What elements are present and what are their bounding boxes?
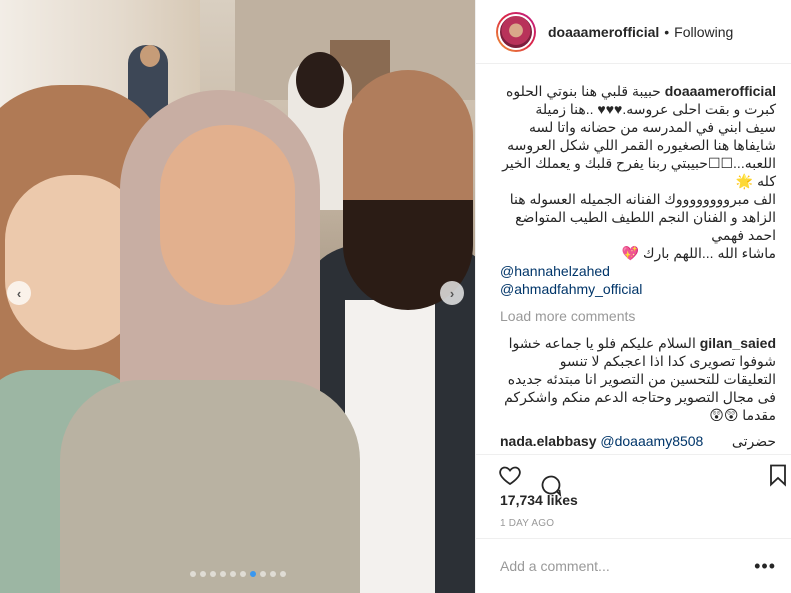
comment-line: السلام عليكم فلو يا جماعه خشوا xyxy=(508,335,696,351)
caption-line: سيف ابني في المدرسه من حضانه واتا لسه xyxy=(528,119,776,135)
more-options-icon[interactable]: ••• xyxy=(754,556,776,577)
carousel-dot xyxy=(249,571,256,577)
caption-line: احمد فهمي xyxy=(711,227,776,243)
woman-face xyxy=(160,125,295,305)
carousel-dot xyxy=(269,571,276,577)
post-caption: doaaamerofficial حبيبة قلبي هنا بنوتي ال… xyxy=(500,82,776,298)
carousel-dot xyxy=(199,571,206,577)
comment-item: nada.elabbasy @doaaamy8508 حضرتى xyxy=(500,432,776,450)
caption-line: شايفاها هنا الصغيوره القمر اللي شكل العر… xyxy=(507,137,776,153)
chevron-right-icon: › xyxy=(449,285,455,301)
carousel-indicator xyxy=(0,571,475,577)
header-separator: • xyxy=(664,23,670,40)
comment-text: حضرتى xyxy=(731,433,776,449)
heart-icon[interactable] xyxy=(498,463,522,487)
carousel-dot xyxy=(229,571,236,577)
likes-count[interactable]: 17,734 likes xyxy=(500,492,578,508)
comments-section: doaaamerofficial حبيبة قلبي هنا بنوتي ال… xyxy=(476,64,791,454)
caption-line: كله 🌟 xyxy=(735,173,776,189)
comment-item: gilan_saied السلام عليكم فلو يا جماعه خش… xyxy=(500,334,776,424)
carousel-dot xyxy=(209,571,216,577)
mention-link[interactable]: @doaaamy8508 xyxy=(600,433,703,449)
post-sidebar: doaaamerofficial • Following doaaameroff… xyxy=(475,0,791,593)
add-comment-bar: ••• xyxy=(476,538,791,593)
carousel-prev-button[interactable]: ‹ xyxy=(7,281,31,305)
post-header: doaaamerofficial • Following xyxy=(476,0,791,64)
post-photo[interactable]: ‹ › xyxy=(0,0,475,593)
background-person-head xyxy=(140,45,160,67)
comment-line: مقدما 😲😲 xyxy=(709,407,776,423)
action-bar xyxy=(476,454,791,497)
carousel-dot xyxy=(239,571,246,577)
caption-line: حبيبة قلبي هنا بنوتي الحلوه xyxy=(506,83,661,99)
comment-username[interactable]: nada.elabbasy xyxy=(500,433,597,449)
carousel-dot xyxy=(259,571,266,577)
comment-line: شوفوا تصويرى كدا اذا اعجبكم لا تنسو xyxy=(559,353,776,369)
background-waiter-head xyxy=(296,52,344,108)
carousel-dot xyxy=(189,571,196,577)
caption-line: اللعبه...☐☐حبيبتي ربنا يفرح قلبك و يعملك… xyxy=(502,155,776,171)
comment-line: التعليقات للتحسين من التصوير انا مبتدئه … xyxy=(507,371,776,387)
caption-line: الزاهد و الفنان النجم اللطيف الطيب المتو… xyxy=(515,209,776,225)
mention-link[interactable]: @hannahelzahed xyxy=(500,262,776,280)
woman-dress xyxy=(60,380,360,593)
mention-link[interactable]: @ahmadfahmy_official xyxy=(500,280,776,298)
following-button[interactable]: Following xyxy=(674,24,733,40)
caption-username[interactable]: doaaamerofficial xyxy=(665,83,776,99)
caption-line: كبرت و بقت احلى عروسه.♥♥♥ ..هنا زميلة xyxy=(535,101,776,117)
load-more-comments-button[interactable]: Load more comments xyxy=(500,308,776,324)
caption-line: ماشاء الله ...اللهم بارك 💖 xyxy=(621,245,776,261)
caption-line: الف مبرووووووووك الفنانه الجميله العسوله… xyxy=(509,191,776,207)
post-timestamp[interactable]: 1 DAY AGO xyxy=(500,518,554,529)
carousel-next-button[interactable]: › xyxy=(440,281,464,305)
carousel-dot xyxy=(219,571,226,577)
comment-line: فى مجال التصوير وحتاجه الدعم منكم واشكرك… xyxy=(504,389,776,405)
comment-input[interactable] xyxy=(500,558,755,574)
bookmark-icon[interactable] xyxy=(766,463,790,487)
chevron-left-icon: ‹ xyxy=(16,285,22,301)
carousel-dot xyxy=(279,571,286,577)
avatar[interactable] xyxy=(496,11,536,52)
comment-username[interactable]: gilan_saied xyxy=(700,335,776,351)
username-link[interactable]: doaaamerofficial xyxy=(548,24,659,40)
